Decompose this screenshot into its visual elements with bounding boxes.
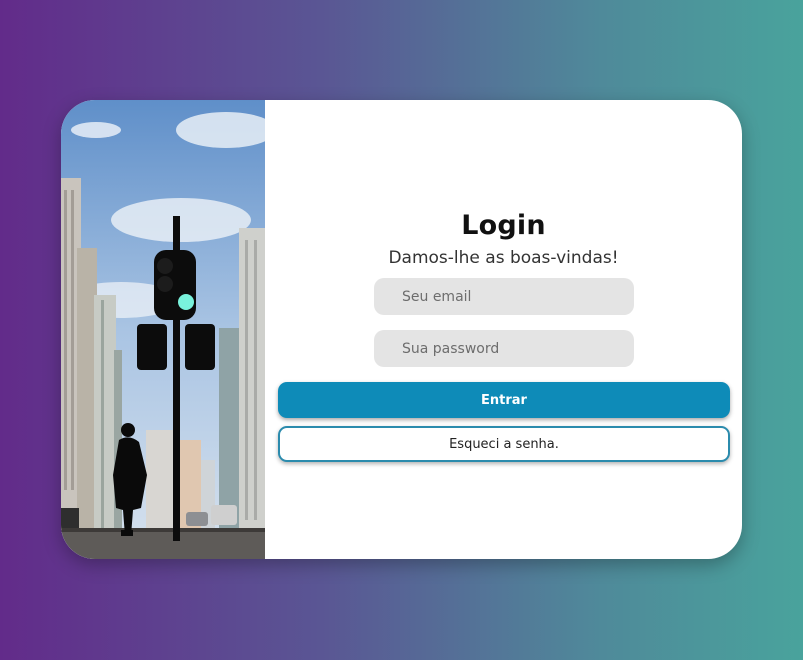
password-input[interactable] <box>374 330 634 367</box>
city-street-photo <box>61 100 265 559</box>
login-submit-button[interactable]: Entrar <box>278 382 730 418</box>
email-input[interactable] <box>374 278 634 315</box>
welcome-subtitle: Damos-lhe as boas-vindas! <box>388 248 619 268</box>
login-title: Login <box>461 210 546 241</box>
login-card: Login Damos-lhe as boas-vindas! Entrar E… <box>61 100 742 559</box>
forgot-password-button[interactable]: Esqueci a senha. <box>278 426 730 462</box>
